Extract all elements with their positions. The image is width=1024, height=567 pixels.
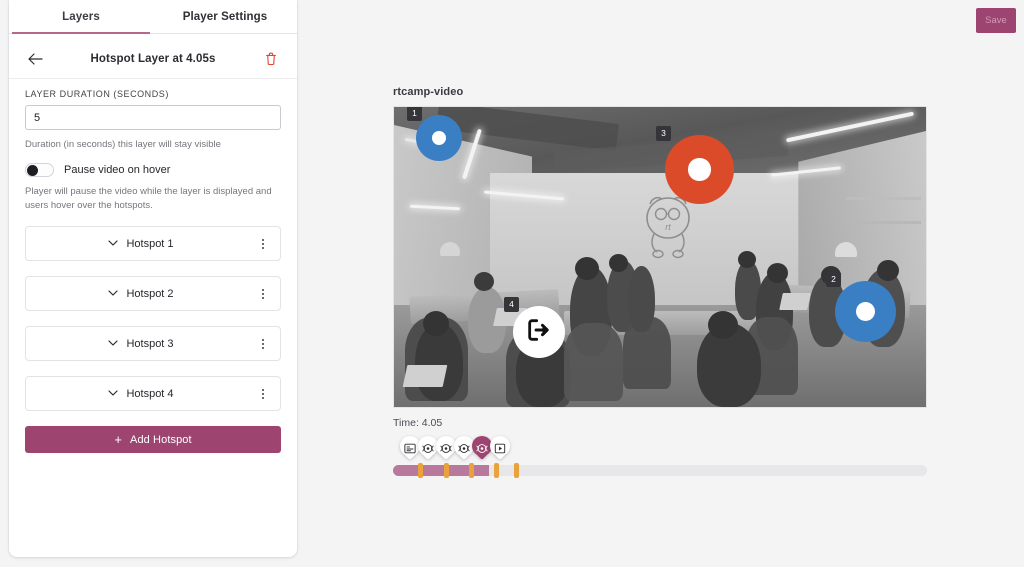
tab-layers[interactable]: Layers — [9, 0, 153, 34]
kebab-menu-icon[interactable] — [256, 338, 270, 349]
pause-video-toggle-label: Pause video on hover — [64, 163, 171, 176]
tab-layers-label: Layers — [62, 10, 100, 23]
hotspot-layer-icon — [440, 441, 452, 453]
chevron-down-icon — [108, 389, 119, 399]
video-frame-image: rt — [394, 107, 926, 407]
add-hotspot-label: Add Hotspot — [130, 433, 192, 446]
hotspot-layer-icon — [458, 441, 470, 453]
svg-text:rt: rt — [665, 222, 671, 232]
hotspot-layer-icon — [476, 441, 488, 453]
kebab-menu-icon[interactable] — [256, 288, 270, 299]
timeline-tick[interactable] — [513, 463, 519, 478]
layer-header: Hotspot Layer at 4.05s — [9, 39, 297, 79]
hotspot-marker-3-number: 3 — [656, 126, 671, 141]
timeline-tick[interactable] — [417, 463, 423, 478]
current-time-label: Time: 4.05 — [393, 417, 443, 429]
pause-help-text: Player will pause the video while the la… — [25, 185, 272, 211]
save-button[interactable]: Save — [976, 8, 1016, 33]
timeline-pin-3[interactable] — [436, 436, 456, 462]
hotspot-marker-2-number: 2 — [826, 272, 841, 287]
list-item[interactable]: Hotspot 2 — [25, 276, 281, 312]
video-preview-panel: rtcamp-video rt 1 3 4 2 Time: 4.05 — [393, 86, 927, 481]
video-hotspot-marker-3[interactable]: 3 — [656, 126, 734, 204]
toggle-knob — [27, 164, 38, 176]
video-hotspot-marker-1[interactable]: 1 — [407, 107, 462, 161]
timeline-tick[interactable] — [494, 463, 500, 478]
chevron-down-icon — [108, 239, 119, 249]
hotspot-4-label: Hotspot 4 — [126, 387, 174, 400]
add-hotspot-button[interactable]: + Add Hotspot — [25, 426, 281, 454]
page-title: Hotspot Layer at 4.05s — [90, 52, 216, 65]
layer-settings-body: LAYER DURATION (SECONDS) Duration (in se… — [9, 79, 297, 212]
timeline-pin-5-selected[interactable] — [472, 436, 492, 462]
video-hotspot-marker-2[interactable]: 2 — [826, 272, 896, 342]
hotspot-2-toggle[interactable]: Hotspot 2 — [26, 288, 256, 300]
hotspot-1-label: Hotspot 1 — [126, 237, 174, 250]
trash-icon[interactable] — [261, 49, 281, 69]
hotspot-1-toggle[interactable]: Hotspot 1 — [26, 238, 256, 250]
timeline-pin-4[interactable] — [454, 436, 474, 462]
tab-player-settings-label: Player Settings — [182, 10, 268, 23]
hotspot-center-dot — [431, 130, 447, 146]
duration-label: LAYER DURATION (SECONDS) — [25, 89, 169, 99]
sidebar-tabbar: Layers Player Settings — [9, 0, 297, 34]
timeline-progress-fill — [393, 465, 490, 476]
kebab-menu-icon[interactable] — [256, 238, 270, 249]
kebab-menu-icon[interactable] — [256, 388, 270, 399]
hotspot-list: Hotspot 1 Hotspot 2 Hotspot 3 Hotspot 4 — [9, 226, 297, 426]
hotspot-3-toggle[interactable]: Hotspot 3 — [26, 338, 256, 350]
plus-icon: + — [114, 432, 123, 448]
timeline-pin-row — [400, 436, 510, 462]
list-item[interactable]: Hotspot 3 — [25, 326, 281, 362]
list-item[interactable]: Hotspot 1 — [25, 226, 281, 262]
timeline-tick[interactable] — [469, 463, 475, 478]
layers-sidebar: Layers Player Settings Hotspot Layer at … — [9, 0, 297, 557]
arrow-left-icon[interactable] — [25, 49, 45, 69]
duration-help-text: Duration (in seconds) this layer will st… — [25, 139, 221, 150]
timeline-pin-6[interactable] — [490, 436, 510, 462]
list-item[interactable]: Hotspot 4 — [25, 376, 281, 412]
hotspot-layer-icon — [422, 441, 434, 453]
hotspot-center-dot — [688, 158, 711, 181]
layer-duration-input[interactable] — [25, 105, 281, 130]
tab-player-settings[interactable]: Player Settings — [153, 0, 297, 33]
hotspot-2-label: Hotspot 2 — [126, 287, 174, 300]
video-hotspot-marker-4[interactable]: 4 — [504, 297, 565, 358]
timeline-pin-1[interactable] — [400, 436, 420, 462]
chevron-down-icon — [108, 339, 119, 349]
chevron-down-icon — [108, 289, 119, 299]
play-layer-icon — [494, 441, 506, 453]
hotspot-marker-4-number: 4 — [504, 297, 519, 312]
hotspot-center-dot — [855, 301, 876, 322]
hotspot-marker-1-number: 1 — [407, 107, 422, 121]
video-player[interactable]: rt 1 3 4 2 — [393, 106, 927, 408]
hotspot-4-toggle[interactable]: Hotspot 4 — [26, 388, 256, 400]
timeline — [393, 436, 927, 481]
pause-video-toggle[interactable] — [25, 162, 54, 177]
timeline-tick[interactable] — [443, 463, 449, 478]
timeline-progress-track[interactable] — [393, 463, 927, 478]
video-title: rtcamp-video — [393, 86, 464, 98]
hotspot-3-label: Hotspot 3 — [126, 337, 174, 350]
timeline-pin-2[interactable] — [418, 436, 438, 462]
pause-on-hover-row: Pause video on hover — [25, 162, 281, 177]
save-button-label: Save — [985, 15, 1007, 26]
exit-arrow-icon — [525, 316, 553, 349]
text-layer-icon — [404, 441, 416, 453]
